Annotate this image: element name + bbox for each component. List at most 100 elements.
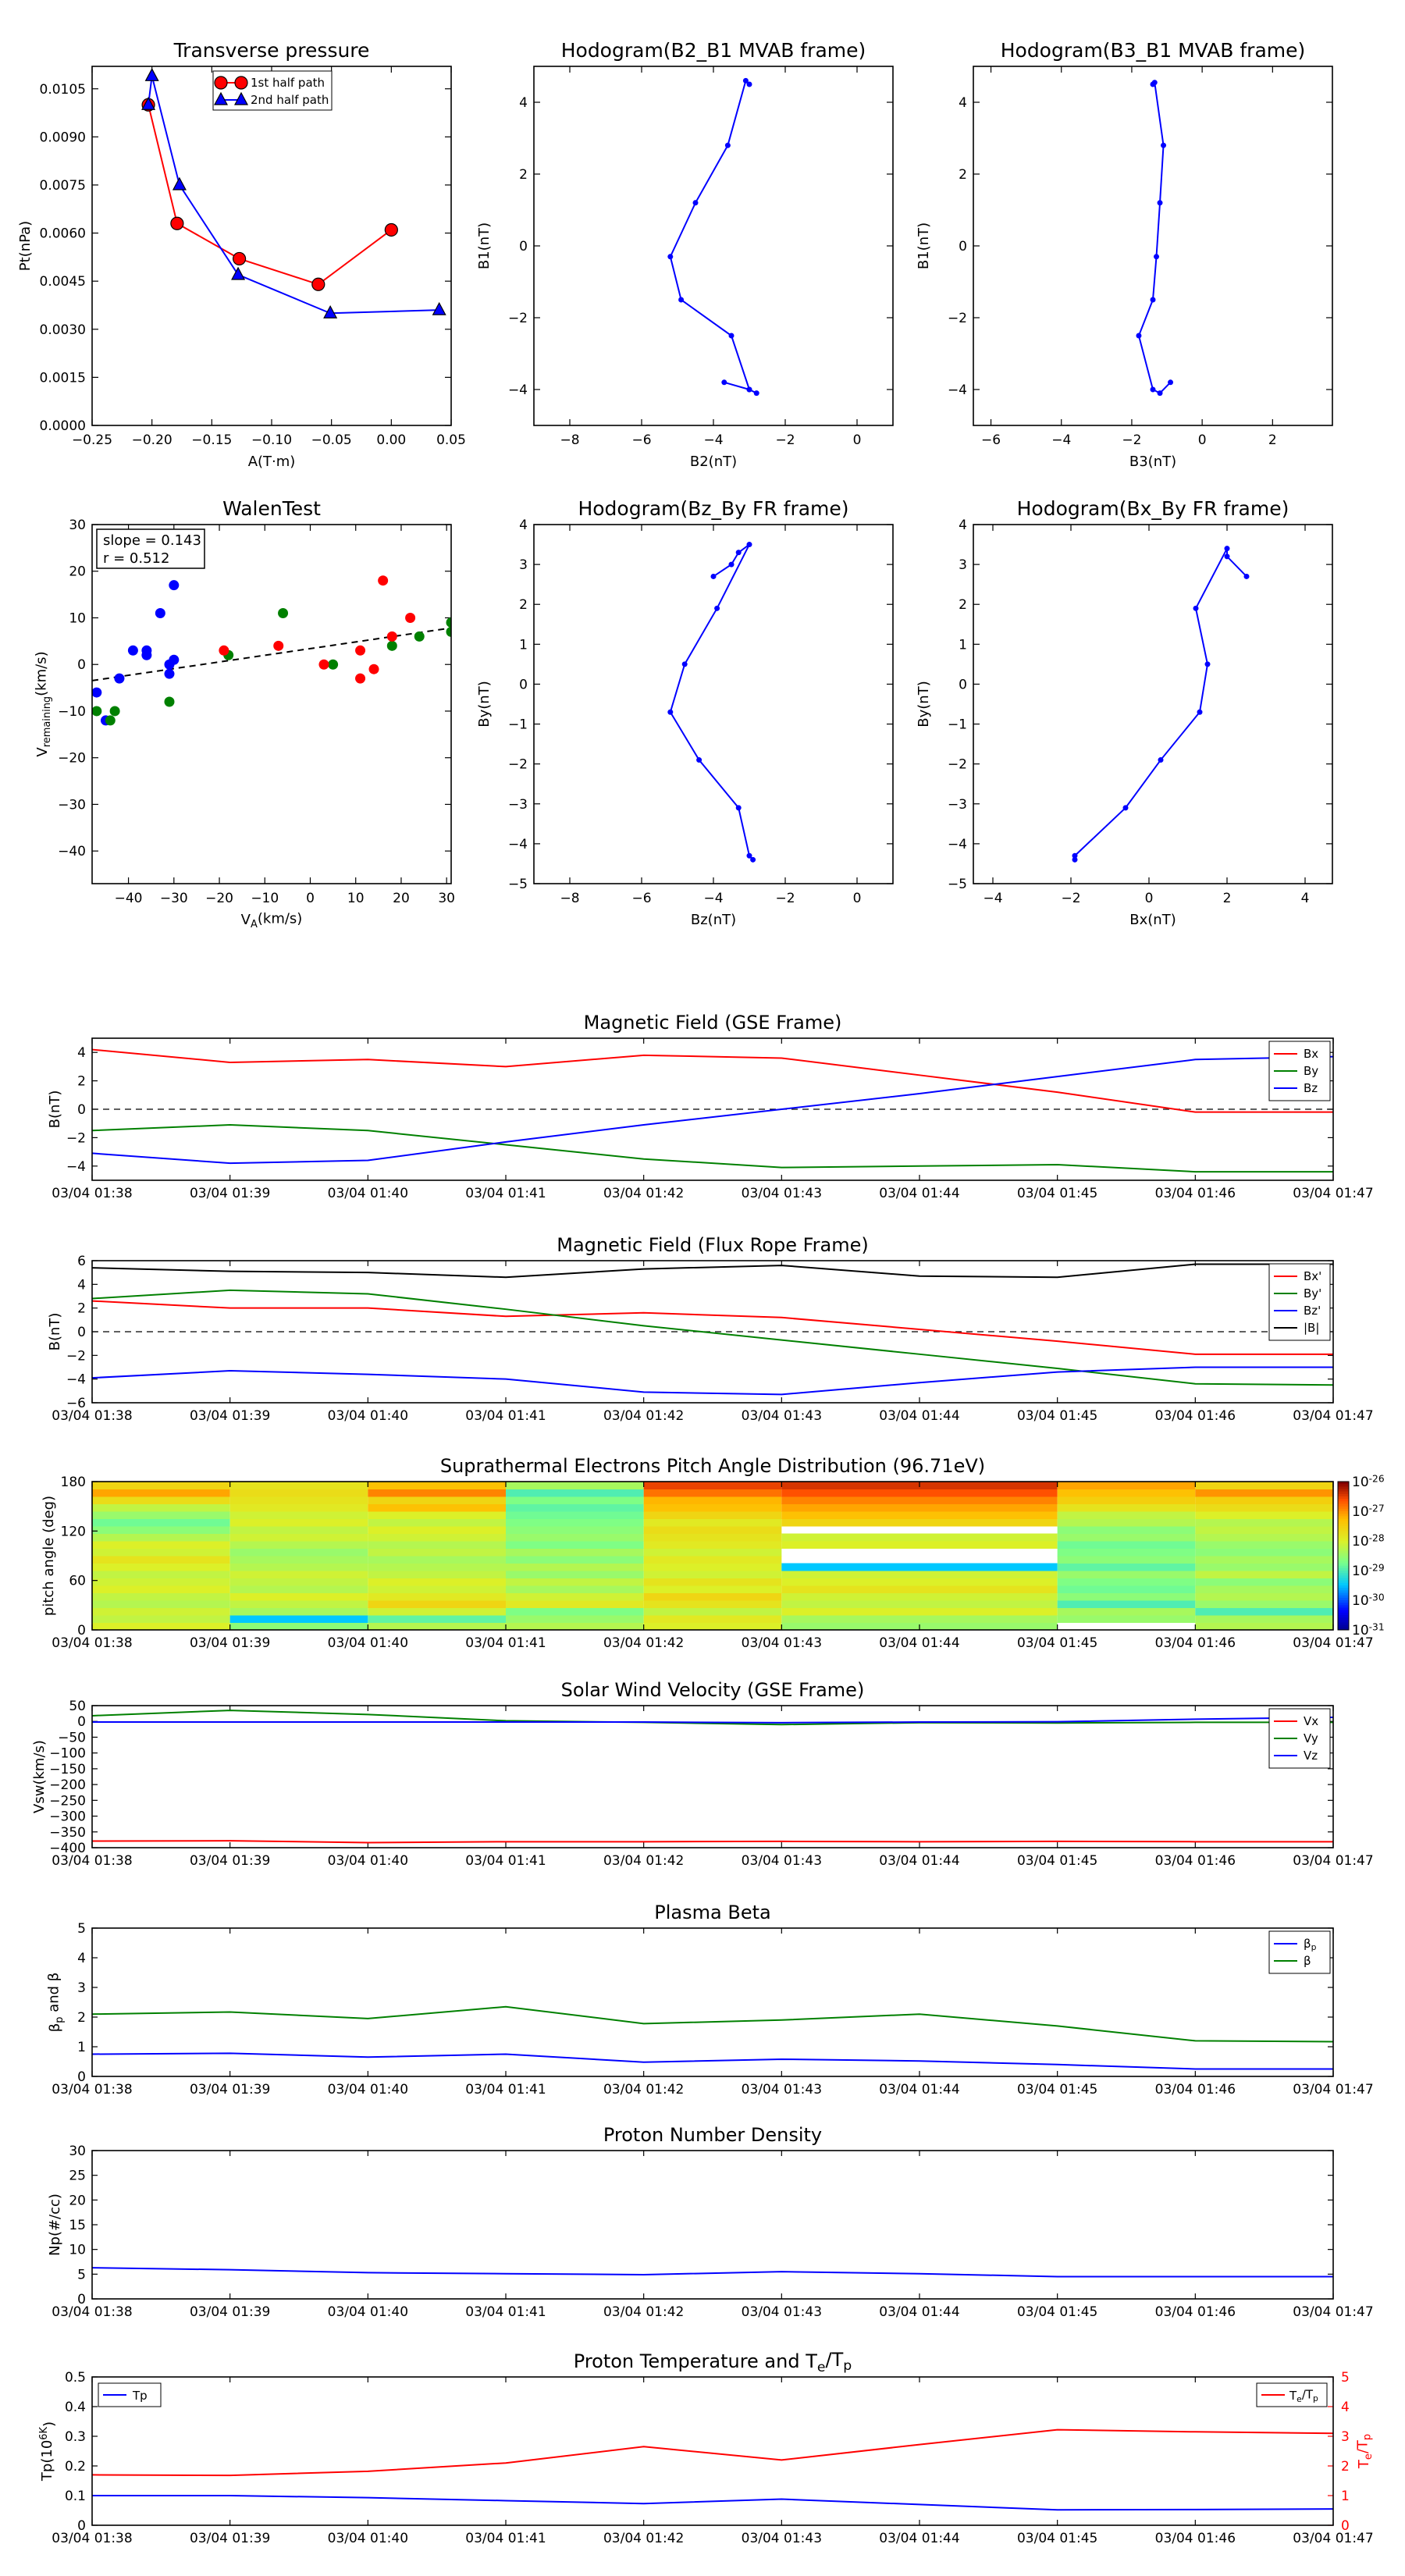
x-tick-label: 03/04 01:45 [1017, 1853, 1097, 1869]
chart-pad: Suprathermal Electrons Pitch Angle Distr… [41, 1455, 1385, 1651]
y-tick-label: 0 [77, 2069, 86, 2085]
x-tick-label: 03/04 01:39 [190, 2304, 270, 2320]
heat-cell [1195, 1578, 1333, 1586]
heat-cell [229, 1541, 368, 1549]
heat-cell [229, 1622, 368, 1631]
chart-title: Hodogram(Bz_By FR frame) [578, 497, 848, 520]
heat-cell [92, 1503, 230, 1512]
heat-cell [643, 1533, 782, 1542]
heat-cell [229, 1496, 368, 1504]
y-tick-label: −4 [508, 382, 528, 398]
heat-cell [229, 1585, 368, 1593]
y-tick-label: 0.4 [65, 2400, 86, 2415]
colorbar-segment [1338, 1518, 1349, 1522]
x-tick-label: −30 [160, 891, 188, 906]
y-tick-label: −2 [66, 1348, 86, 1364]
colorbar-segment [1338, 1531, 1349, 1534]
x-tick-label: 03/04 01:39 [190, 2082, 270, 2097]
colorbar-segment [1338, 1622, 1349, 1626]
legend-label: Vx [1304, 1714, 1318, 1728]
heat-cell [506, 1585, 644, 1593]
heat-cell [1057, 1533, 1196, 1542]
heat-cell [643, 1511, 782, 1519]
heat-cell [92, 1541, 230, 1549]
chart-h3: Hodogram(Bz_By FR frame) −8 −6 −4 −2 0 −5 −4 −3 −… [476, 497, 894, 928]
x-tick-label: 03/04 01:42 [603, 2531, 684, 2546]
y-axis-label: B1(nT) [916, 222, 932, 269]
heat-cell [781, 1489, 1058, 1497]
heat-cell [1195, 1571, 1333, 1578]
data-point [169, 580, 180, 591]
heat-cell [1057, 1503, 1196, 1512]
heat-cell [1057, 1585, 1196, 1593]
y-tick-label: 5 [77, 1921, 86, 1937]
legend-label: 2nd half path [251, 93, 329, 107]
chart-h1: Hodogram(B2_B1 MVAB frame) −8 −6 −4 −2 0 −4 −2 0… [476, 39, 894, 470]
y-tick-label: 10 [69, 2243, 86, 2258]
x-tick-label: 03/04 01:45 [1017, 1408, 1097, 1424]
y2-tick-label: 5 [1341, 2370, 1350, 2386]
x-tick-label: 03/04 01:45 [1017, 2304, 1097, 2320]
y-tick-label: 0 [77, 1102, 86, 1118]
x-tick-label: −6 [981, 432, 1001, 448]
heat-cell [368, 1592, 506, 1601]
heat-cell [229, 1503, 368, 1512]
heat-cell [506, 1482, 644, 1489]
x-tick-label: 03/04 01:43 [742, 1853, 822, 1869]
y-tick-label: −4 [66, 1159, 86, 1175]
data-point [164, 668, 175, 679]
colorbar-segment [1338, 1600, 1349, 1603]
data-point [721, 379, 727, 386]
y-tick-label: 0.0075 [40, 178, 86, 194]
legend: 1st half path 2nd half path [212, 70, 333, 111]
data-point [384, 222, 398, 237]
heat-cell [781, 1600, 1058, 1608]
y-tick-label: 3 [519, 557, 528, 573]
heat-cell [229, 1578, 368, 1586]
y2-tick-label: 4 [1341, 2400, 1350, 2415]
data-point [1157, 200, 1163, 206]
colorbar-segment [1338, 1603, 1349, 1606]
y-tick-label: 0.0000 [40, 418, 86, 434]
x-tick-label: 03/04 01:38 [52, 1635, 132, 1651]
heat-cell [781, 1585, 1058, 1593]
x-tick-label: 03/04 01:40 [328, 2531, 408, 2546]
y-axis-label: Tp(106K​) [38, 2421, 57, 2482]
series-line-Tp [92, 2495, 1334, 2511]
series-line-B [91, 1263, 1333, 1279]
legend-label: Bz [1304, 1081, 1318, 1095]
x-tick-label: −8 [560, 891, 579, 906]
heat-cell [1057, 1592, 1196, 1601]
x-tick-label: 03/04 01:40 [328, 2082, 408, 2097]
colorbar-segment [1338, 1580, 1349, 1584]
legend-label: By' [1304, 1286, 1321, 1300]
y-tick-label: 4 [519, 518, 528, 533]
x-tick-label: −0.15 [191, 432, 232, 448]
y-axis-label: B(nT) [47, 1313, 63, 1351]
x-tick-label: 03/04 01:43 [742, 2304, 822, 2320]
heat-cell [643, 1482, 782, 1489]
data-point [692, 200, 699, 206]
chart-mag_fr: Magnetic Field (Flux Rope Frame) 03/04 01… [47, 1234, 1374, 1424]
colorbar-segment [1338, 1493, 1349, 1497]
x-tick-label: 03/04 01:45 [1017, 2531, 1097, 2546]
y-tick-label: 0 [77, 657, 86, 673]
data-point [368, 664, 379, 674]
legend-box [1268, 1930, 1331, 1974]
x-tick-label: 03/04 01:46 [1155, 2304, 1236, 2320]
colorbar-segment [1338, 1588, 1349, 1591]
heat-cell [643, 1489, 782, 1497]
y-tick-label: 0.2 [65, 2459, 86, 2475]
x-tick-label: 03/04 01:38 [52, 2082, 132, 2097]
heat-cell [643, 1541, 782, 1549]
plot-frame [973, 66, 1333, 426]
y-tick-label: 120 [61, 1524, 86, 1539]
heat-cell [781, 1533, 1058, 1542]
y-tick-label: −3 [948, 797, 967, 813]
x-tick-label: −4 [1051, 432, 1071, 448]
heat-cell [229, 1556, 368, 1564]
heat-cell [1195, 1600, 1333, 1608]
heat-cell [1057, 1571, 1196, 1578]
data-point [386, 640, 397, 651]
series-line-Bz [91, 1055, 1334, 1165]
